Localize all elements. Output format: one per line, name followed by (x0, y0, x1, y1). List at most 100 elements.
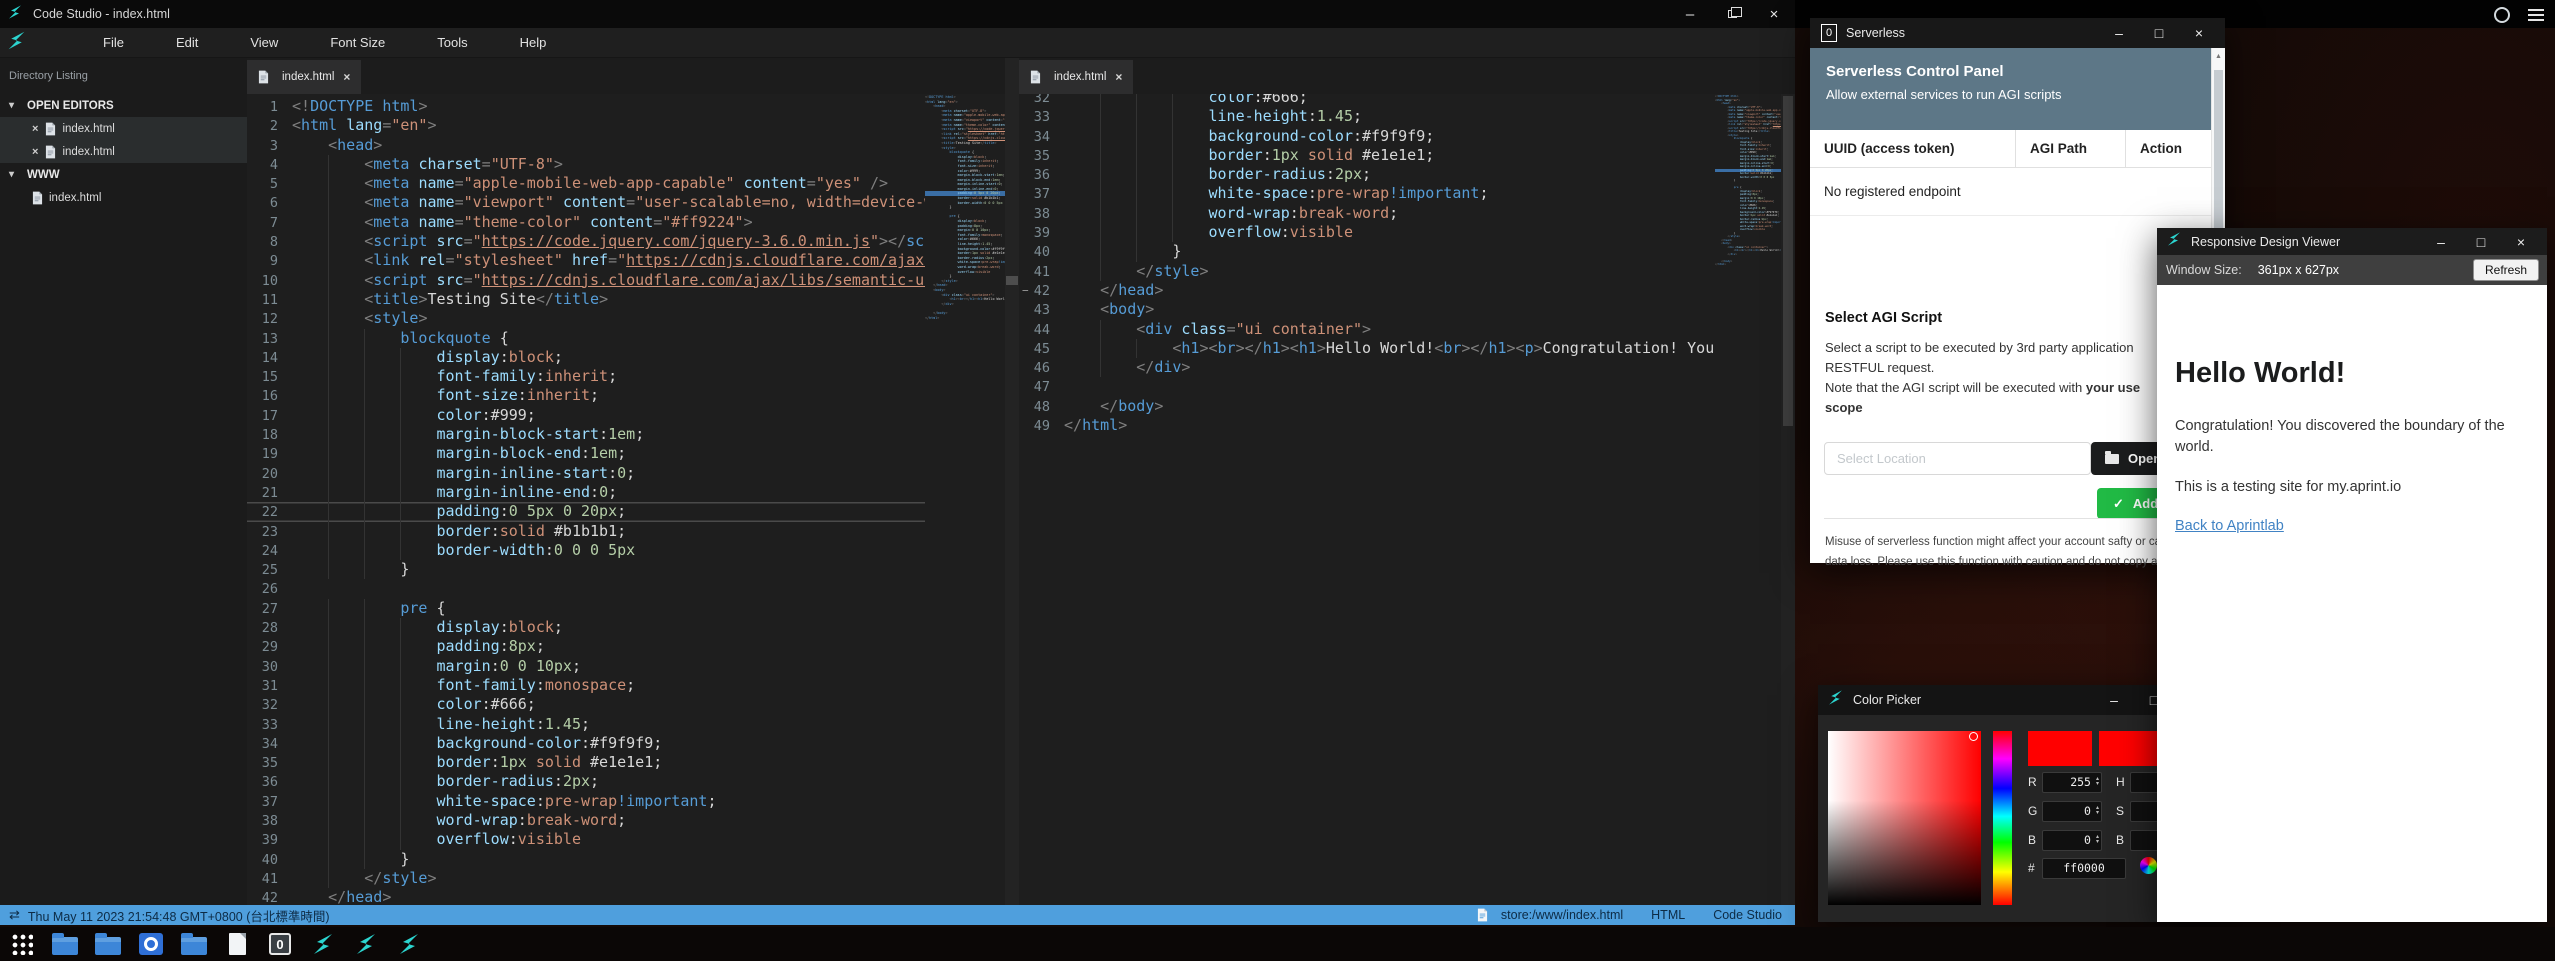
restore-button[interactable] (1711, 0, 1753, 28)
close-icon[interactable]: × (343, 70, 350, 84)
minimize-button[interactable]: – (1669, 0, 1711, 28)
code-line-2[interactable]: 2<html lang="en"> (247, 116, 925, 135)
code-editor[interactable]: 32 color:#666;33 line-height:1.45;34 bac… (1019, 94, 1715, 905)
status-file[interactable]: store:/www/index.html (1477, 908, 1623, 922)
minimap[interactable]: <!DOCTYPE html><html lang="en"> <head> <… (925, 95, 1005, 905)
code-line-45[interactable]: 45 <h1><br></h1><h1>Hello World!<br></h1… (1019, 339, 1715, 358)
code-line-35[interactable]: 35 border:1px solid #e1e1e1; (1019, 146, 1715, 165)
folder-icon[interactable] (181, 932, 207, 956)
close-button[interactable]: × (1753, 0, 1795, 28)
code-line-21[interactable]: 21 margin-inline-end:0; (247, 483, 925, 502)
close-icon[interactable]: × (32, 146, 38, 158)
code-line-44[interactable]: 44 <div class="ui container"> (1019, 320, 1715, 339)
minimize-button[interactable]: – (2099, 25, 2139, 41)
refresh-button[interactable]: Refresh (2473, 259, 2539, 281)
code-line-10[interactable]: 10 <script src="https://cdnjs.cloudflare… (247, 271, 925, 290)
code-line-46[interactable]: 46 </div> (1019, 358, 1715, 377)
tab-index-html[interactable]: index.html × (1019, 60, 1133, 94)
code-line-9[interactable]: 9 <link rel="stylesheet" href="https://c… (247, 251, 925, 270)
color-value-input[interactable]: 255▴▾ (2042, 772, 2102, 793)
color-value-input[interactable]: 0▴▾ (2042, 830, 2102, 851)
hue-slider[interactable] (1993, 731, 2012, 905)
code-line-14[interactable]: 14 display:block; (247, 348, 925, 367)
code-line-36[interactable]: 36 border-radius:2px; (1019, 165, 1715, 184)
code-line-32[interactable]: 32 color:#666; (1019, 94, 1715, 107)
code-line-19[interactable]: 19 margin-block-end:1em; (247, 444, 925, 463)
code-line-20[interactable]: 20 margin-inline-start:0; (247, 464, 925, 483)
code-line-38[interactable]: 38 word-wrap:break-word; (1019, 204, 1715, 223)
code-line-49[interactable]: 49</html> (1019, 416, 1715, 435)
code-line-26[interactable]: 26 (247, 579, 925, 598)
code-line-8[interactable]: 8 <script src="https://code.jquery.com/j… (247, 232, 925, 251)
code-line-37[interactable]: 37 white-space:pre-wrap!important; (1019, 184, 1715, 203)
scrollbar-thumb[interactable] (1006, 276, 1018, 285)
sidebar-section-www[interactable]: ▾WWW (0, 163, 247, 186)
minimize-button[interactable]: – (2094, 692, 2134, 708)
saturation-field[interactable] (1828, 731, 1981, 905)
code-line-39[interactable]: 39 overflow:visible (1019, 223, 1715, 242)
code-line-24[interactable]: 24 border-width:0 0 0 5px (247, 541, 925, 560)
sidebar-item-index.html[interactable]: index.html (0, 186, 247, 209)
code-line-31[interactable]: 31 font-family:monospace; (247, 676, 925, 695)
menu-edit[interactable]: Edit (150, 28, 224, 58)
code-line-29[interactable]: 29 padding:8px; (247, 637, 925, 656)
code-line-18[interactable]: 18 margin-block-start:1em; (247, 425, 925, 444)
code-line-7[interactable]: 7 <meta name="theme-color" content="#ff9… (247, 213, 925, 232)
code-line-48[interactable]: 48 </body> (1019, 397, 1715, 416)
close-button[interactable]: × (2501, 234, 2541, 250)
code-line-15[interactable]: 15 font-family:inherit; (247, 367, 925, 386)
status-mode[interactable]: HTML (1651, 908, 1685, 922)
title-bar[interactable]: Responsive Design Viewer – □ × (2157, 228, 2547, 255)
stepper-icon[interactable]: ▴▾ (2094, 835, 2101, 845)
editor-pane-right[interactable]: index.html × 32 color:#666;33 line-heigh… (1019, 58, 1795, 905)
back-to-aprintlab-link[interactable]: Back to Aprintlab (2175, 518, 2284, 534)
code-editor[interactable]: 1<!DOCTYPE html>2<html lang="en">3 <head… (247, 94, 925, 905)
code-line-42[interactable]: 42 </head> (247, 888, 925, 905)
title-bar[interactable]: 0 Serverless – □ × (1810, 18, 2225, 48)
code-line-13[interactable]: 13 blockquote { (247, 329, 925, 348)
code-line-38[interactable]: 38 word-wrap:break-word; (247, 811, 925, 830)
code-line-25[interactable]: 25 } (247, 560, 925, 579)
code-line-41[interactable]: 41 </style> (1019, 262, 1715, 281)
code-line-37[interactable]: 37 white-space:pre-wrap!important; (247, 792, 925, 811)
code-line-30[interactable]: 30 margin:0 0 10px; (247, 657, 925, 676)
code-line-34[interactable]: 34 background-color:#f9f9f9; (1019, 127, 1715, 146)
close-button[interactable]: × (2179, 25, 2219, 41)
code-line-40[interactable]: 40 } (247, 850, 925, 869)
hamburger-menu-icon[interactable] (2528, 9, 2544, 21)
maximize-button[interactable]: □ (2139, 25, 2179, 41)
code-line-47[interactable]: 47 (1019, 377, 1715, 396)
sidebar-section-open-editors[interactable]: ▾OPEN EDITORS (0, 94, 247, 117)
code-line-33[interactable]: 33 line-height:1.45; (1019, 107, 1715, 126)
code-studio-app-icon[interactable] (310, 932, 336, 956)
minimap[interactable]: <!DOCTYPE html><html lang="en"> <head> <… (1715, 95, 1781, 905)
folder-icon[interactable] (52, 932, 78, 956)
code-line-3[interactable]: 3 <head> (247, 136, 925, 155)
sidebar-item-index.html[interactable]: ×index.html (0, 117, 247, 140)
code-line-34[interactable]: 34 background-color:#f9f9f9; (247, 734, 925, 753)
code-line-11[interactable]: 11 <title>Testing Site</title> (247, 290, 925, 309)
close-icon[interactable]: × (32, 123, 38, 135)
code-line-6[interactable]: 6 <meta name="viewport" content="user-sc… (247, 193, 925, 212)
menu-font-size[interactable]: Font Size (304, 28, 411, 58)
editor-scrollbar[interactable] (1781, 94, 1795, 905)
minimize-button[interactable]: – (2421, 234, 2461, 250)
script-location-input[interactable] (1824, 442, 2091, 475)
code-line-16[interactable]: 16 font-size:inherit; (247, 386, 925, 405)
code-line-27[interactable]: 27 pre { (247, 599, 925, 618)
code-line-22[interactable]: 22 padding:0 5px 0 20px; (247, 502, 925, 521)
app-grid-icon[interactable] (9, 932, 35, 956)
code-line-40[interactable]: 40 } (1019, 242, 1715, 261)
scroll-up-icon[interactable]: ▲ (2212, 48, 2225, 66)
media-app-icon[interactable] (138, 932, 164, 956)
code-line-4[interactable]: 4 <meta charset="UTF-8"> (247, 155, 925, 174)
code-line-33[interactable]: 33 line-height:1.45; (247, 715, 925, 734)
editor-pane-left[interactable]: index.html × 1<!DOCTYPE html>2<html lang… (247, 58, 1005, 905)
serverless-app-icon[interactable]: 0 (267, 932, 293, 956)
hex-input[interactable]: ff0000 (2042, 858, 2126, 879)
color-value-input[interactable]: 0▴▾ (2042, 801, 2102, 822)
menu-view[interactable]: View (224, 28, 304, 58)
folder-icon[interactable] (95, 932, 121, 956)
code-line-41[interactable]: 41 </style> (247, 869, 925, 888)
maximize-button[interactable]: □ (2461, 234, 2501, 250)
